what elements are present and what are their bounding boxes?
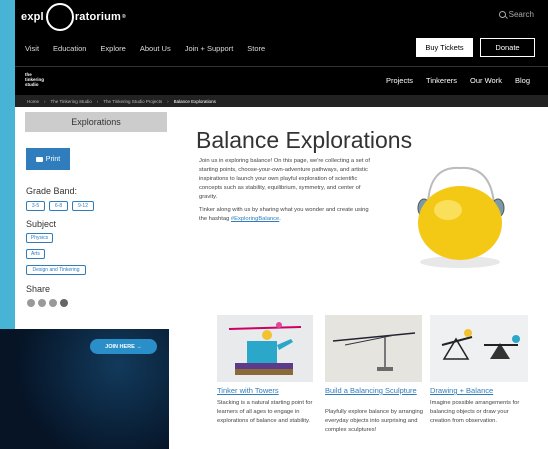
pinterest-icon[interactable] <box>49 299 57 307</box>
logo-text-end: ratorium <box>74 11 122 23</box>
subnav-tinkerers[interactable]: Tinkerers <box>426 76 457 85</box>
subnav-blog[interactable]: Blog <box>515 76 530 85</box>
card-sculpture-title[interactable]: Build a Balancing Sculpture <box>325 386 425 395</box>
card-towers-desc: Stacking is a natural starting point for… <box>217 400 313 424</box>
subject-chip-physics[interactable]: Physics <box>26 233 53 243</box>
intro-paragraph-1: Join us in exploring balance! On this pa… <box>199 158 370 200</box>
card-drawing-desc: Imagine possible arrangements for balanc… <box>430 400 520 424</box>
share-icons <box>27 299 68 307</box>
card-drawing-image[interactable] <box>430 315 528 382</box>
card-drawing-title[interactable]: Drawing + Balance <box>430 386 528 395</box>
breadcrumb-studio[interactable]: The Tinkering Studio <box>51 99 92 104</box>
breadcrumb-current: Balance Explorations <box>173 98 216 104</box>
intro-paragraph-2: Tinker along with us by sharing what you… <box>199 207 369 222</box>
card-towers-image[interactable] <box>217 315 313 382</box>
join-here-button[interactable]: JOIN HERE → <box>90 339 157 354</box>
grade-chip-9-12[interactable]: 9-12 <box>72 201 94 211</box>
exploratorium-logo[interactable]: expl ratorium ® <box>21 3 126 31</box>
facebook-icon[interactable] <box>27 299 35 307</box>
nav-about-us[interactable]: About Us <box>140 44 171 53</box>
main-nav: Visit Education Explore About Us Join + … <box>25 44 265 53</box>
search-link[interactable]: Search <box>498 10 534 19</box>
nav-join-support[interactable]: Join + Support <box>185 44 234 53</box>
subject-chip-arts[interactable]: Arts <box>26 249 45 259</box>
twitter-icon[interactable] <box>38 299 46 307</box>
nav-store[interactable]: Store <box>247 44 265 53</box>
intro-text: Join us in exploring balance! On this pa… <box>199 157 377 228</box>
subject-label: Subject <box>26 219 57 229</box>
studio-header: the tinkering studio Projects Tinkerers … <box>15 66 548 95</box>
print-icon <box>35 156 43 162</box>
subnav-our-work[interactable]: Our Work <box>470 76 502 85</box>
nav-visit[interactable]: Visit <box>25 44 39 53</box>
share-label: Share <box>26 284 51 294</box>
search-label: Search <box>508 10 534 19</box>
subnav-projects[interactable]: Projects <box>386 76 413 85</box>
logo-ring-icon <box>45 3 74 31</box>
breadcrumb: Home › The Tinkering Studio › The Tinkerin… <box>15 95 548 107</box>
donate-button[interactable]: Donate <box>480 38 535 57</box>
card-towers-title[interactable]: Tinker with Towers <box>217 386 317 395</box>
logo-text-start: expl <box>21 11 44 23</box>
lemon-headphones-image <box>417 166 505 268</box>
card-sculpture-image[interactable] <box>325 315 422 382</box>
print-label: Print <box>45 155 61 163</box>
top-header: expl ratorium ® Search Visit Education E… <box>15 0 548 66</box>
hashtag-link[interactable]: #ExploringBalance <box>231 216 279 222</box>
card-sculpture-desc: Playfully explore balance by arranging e… <box>325 409 423 433</box>
grade-band-label: Grade Band: <box>26 186 78 196</box>
subject-chip-design-tinkering[interactable]: Design and Tinkering <box>26 265 86 275</box>
explorations-tab[interactable]: Explorations <box>25 112 167 132</box>
search-icon <box>498 11 506 18</box>
breadcrumb-projects[interactable]: The Tinkering Studio Projects <box>103 99 162 104</box>
grade-chip-6-8[interactable]: 6-8 <box>49 201 68 211</box>
tinkering-studio-logo[interactable]: the tinkering studio <box>25 72 44 87</box>
breadcrumb-home[interactable]: Home <box>27 99 39 104</box>
join-ad-overlay: JOIN HERE → <box>0 329 169 449</box>
buy-tickets-button[interactable]: Buy Tickets <box>416 38 473 57</box>
add-share-icon[interactable] <box>60 299 68 307</box>
print-button[interactable]: Print <box>26 148 70 170</box>
grade-chip-3-5[interactable]: 3-5 <box>26 201 45 211</box>
nav-education[interactable]: Education <box>53 44 86 53</box>
nav-explore[interactable]: Explore <box>100 44 125 53</box>
page-title: Balance Explorations <box>196 127 413 153</box>
studio-nav: Projects Tinkerers Our Work Blog <box>386 76 530 85</box>
